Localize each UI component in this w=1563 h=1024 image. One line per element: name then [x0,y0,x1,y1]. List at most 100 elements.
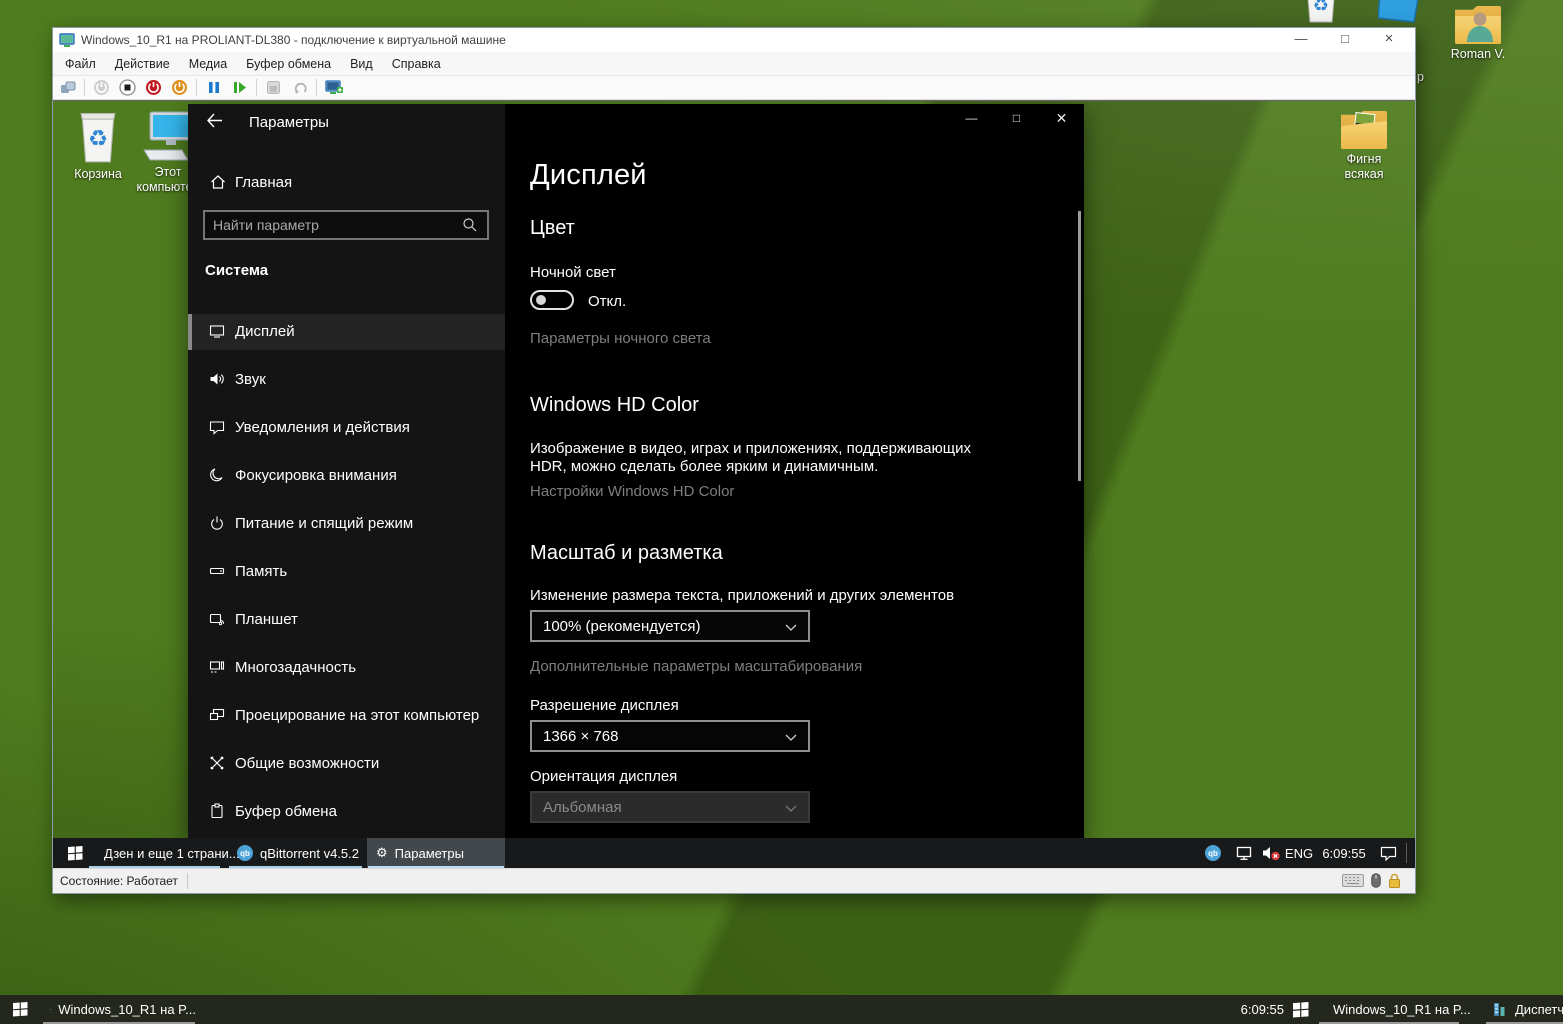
host-taskbar-item-task-manager[interactable]: Диспетчер [1485,995,1563,1024]
vm-connection-window: Windows_10_R1 на PROLIANT-DL380 - подклю… [52,27,1416,894]
start-vm-button[interactable] [92,78,111,97]
sidebar-item-power-sleep[interactable]: Питание и спящий режим [188,506,505,542]
sidebar-item-clipboard[interactable]: Буфер обмена [188,794,505,830]
vm-minimize-button[interactable]: — [1279,28,1323,52]
turn-off-vm-button[interactable] [118,78,137,97]
network-tray-icon[interactable] [1233,838,1255,868]
settings-close-button[interactable]: ✕ [1039,104,1084,134]
revert-button[interactable] [290,78,309,97]
night-light-state: Откл. [588,293,626,310]
menu-file[interactable]: Файл [65,57,96,71]
gear-icon: ⚙ [376,845,388,861]
home-icon [210,174,226,190]
sidebar-item-sound[interactable]: Звук [188,362,505,398]
vm-status-text: Состояние: Работает [60,874,178,888]
svg-text:♻: ♻ [1313,0,1329,15]
host-monitor-icon-cut[interactable] [1378,0,1424,24]
host-icon-roman-v[interactable]: Roman V. [1440,6,1516,62]
host-recycle-bin-icon-cut[interactable]: ♻ [1293,0,1349,24]
hdr-settings-link[interactable]: Настройки Windows HD Color [530,483,734,500]
vm-taskbar-item-edge-dzen[interactable]: Дзен и еще 1 страни... [88,838,221,868]
settings-maximize-button[interactable]: □ [994,104,1039,134]
chevron-down-icon [785,624,797,632]
vm-clock[interactable]: 6:09:55 [1317,838,1371,868]
vm-toolbar [53,76,1415,100]
pause-vm-button[interactable] [204,78,223,97]
night-light-settings-link[interactable]: Параметры ночного света [530,330,711,347]
scrollbar[interactable] [1078,211,1081,481]
search-input[interactable] [205,217,462,233]
menu-clipboard[interactable]: Буфер обмена [246,57,331,71]
advanced-scaling-link[interactable]: Дополнительные параметры масштабирования [530,658,862,675]
menu-media[interactable]: Медиа [189,57,227,71]
settings-caption-buttons: — □ ✕ [949,104,1084,134]
ctrl-alt-del-button[interactable] [58,78,77,97]
person-icon [1465,10,1495,42]
vm-desktop: ♻ Корзина Этот компьютер [53,100,1415,868]
qbittorrent-icon: qb [237,845,253,861]
enhanced-session-button[interactable] [324,78,343,97]
sidebar-item-home[interactable]: Главная [188,166,505,200]
search-icon[interactable] [462,217,478,233]
windows-logo-icon [68,846,83,861]
host-start-button[interactable] [0,995,40,1024]
windows-logo-icon [13,1002,28,1017]
scale-section-heading: Масштаб и разметка [530,542,723,565]
qbittorrent-tray-icon[interactable]: qb [1203,838,1223,868]
scale-label: Изменение размера текста, приложений и д… [530,587,954,604]
pictures-folder-icon [1341,111,1387,149]
vm-window-titlebar[interactable]: Windows_10_R1 на PROLIANT-DL380 - подклю… [53,28,1415,52]
vm-taskbar-item-settings[interactable]: ⚙ Параметры [367,838,505,868]
resolution-label: Разрешение дисплея [530,697,679,714]
vm-icon-fignya-vsyakaya[interactable]: Фигня всякая [1331,111,1397,182]
sidebar-item-projecting[interactable]: Проецирование на этот компьютер [188,698,505,734]
sidebar-item-focus-assist[interactable]: Фокусировка внимания [188,458,505,494]
moon-icon [209,467,225,483]
orientation-dropdown[interactable]: Альбомная [530,791,810,823]
sidebar-item-shared-experiences[interactable]: Общие возможности [188,746,505,782]
vm-close-button[interactable]: × [1367,28,1411,52]
menu-action[interactable]: Действие [115,57,170,71]
save-vm-button[interactable] [170,78,189,97]
task-manager-icon [1493,1002,1508,1017]
sidebar-item-multitasking[interactable]: Многозадачность [188,650,505,686]
back-button[interactable] [206,113,223,128]
action-center-icon[interactable] [1375,838,1401,868]
reset-vm-button[interactable] [230,78,249,97]
hdr-description-line1: Изображение в видео, играх и приложениях… [530,440,971,457]
host-taskbar-item-vmconnect-2[interactable]: Windows_10_R1 на P... [1318,995,1460,1024]
volume-muted-tray-icon[interactable] [1259,838,1283,868]
host-clock[interactable]: 6:09:55 [1228,995,1284,1024]
resolution-dropdown[interactable]: 1366 × 768 [530,720,810,752]
vm-taskbar-item-qbittorrent[interactable]: qb qBittorrent v4.5.2 [228,838,363,868]
clipboard-icon [209,803,225,819]
settings-minimize-button[interactable]: — [949,104,994,134]
sidebar-item-tablet[interactable]: Планшет [188,602,505,638]
sidebar-section-heading: Система [205,262,268,279]
settings-main-pane: Дисплей Цвет Ночной свет Откл. Параметры… [505,104,1084,839]
sidebar-item-display[interactable]: Дисплей [188,314,505,350]
show-desktop-button[interactable] [1406,843,1407,863]
sidebar-item-label: Главная [235,174,292,191]
host-taskbar-item-vmconnect[interactable]: Windows_10_R1 на P... [42,995,196,1024]
shared-experiences-icon [209,755,225,771]
orientation-label: Ориентация дисплея [530,768,677,785]
sidebar-item-storage[interactable]: Память [188,554,505,590]
night-light-toggle[interactable] [530,290,574,310]
vm-status-bar: Состояние: Работает [53,868,1415,893]
menu-view[interactable]: Вид [350,57,373,71]
host-start-button-2[interactable] [1286,995,1316,1024]
sidebar-item-notifications[interactable]: Уведомления и действия [188,410,505,446]
selection-indicator [188,314,192,350]
vm-maximize-button[interactable]: □ [1323,28,1367,52]
language-indicator[interactable]: ENG [1283,838,1315,868]
this-pc-icon [142,110,194,162]
vm-icon-recycle-bin[interactable]: ♻ Корзина [61,108,135,182]
menu-help[interactable]: Справка [392,57,441,71]
checkpoint-button[interactable] [264,78,283,97]
toggle-knob [536,295,546,305]
shutdown-vm-button[interactable] [144,78,163,97]
scale-dropdown[interactable]: 100% (рекомендуется) [530,610,810,642]
power-icon [209,515,225,531]
recycle-bin-icon: ♻ [1299,0,1343,24]
